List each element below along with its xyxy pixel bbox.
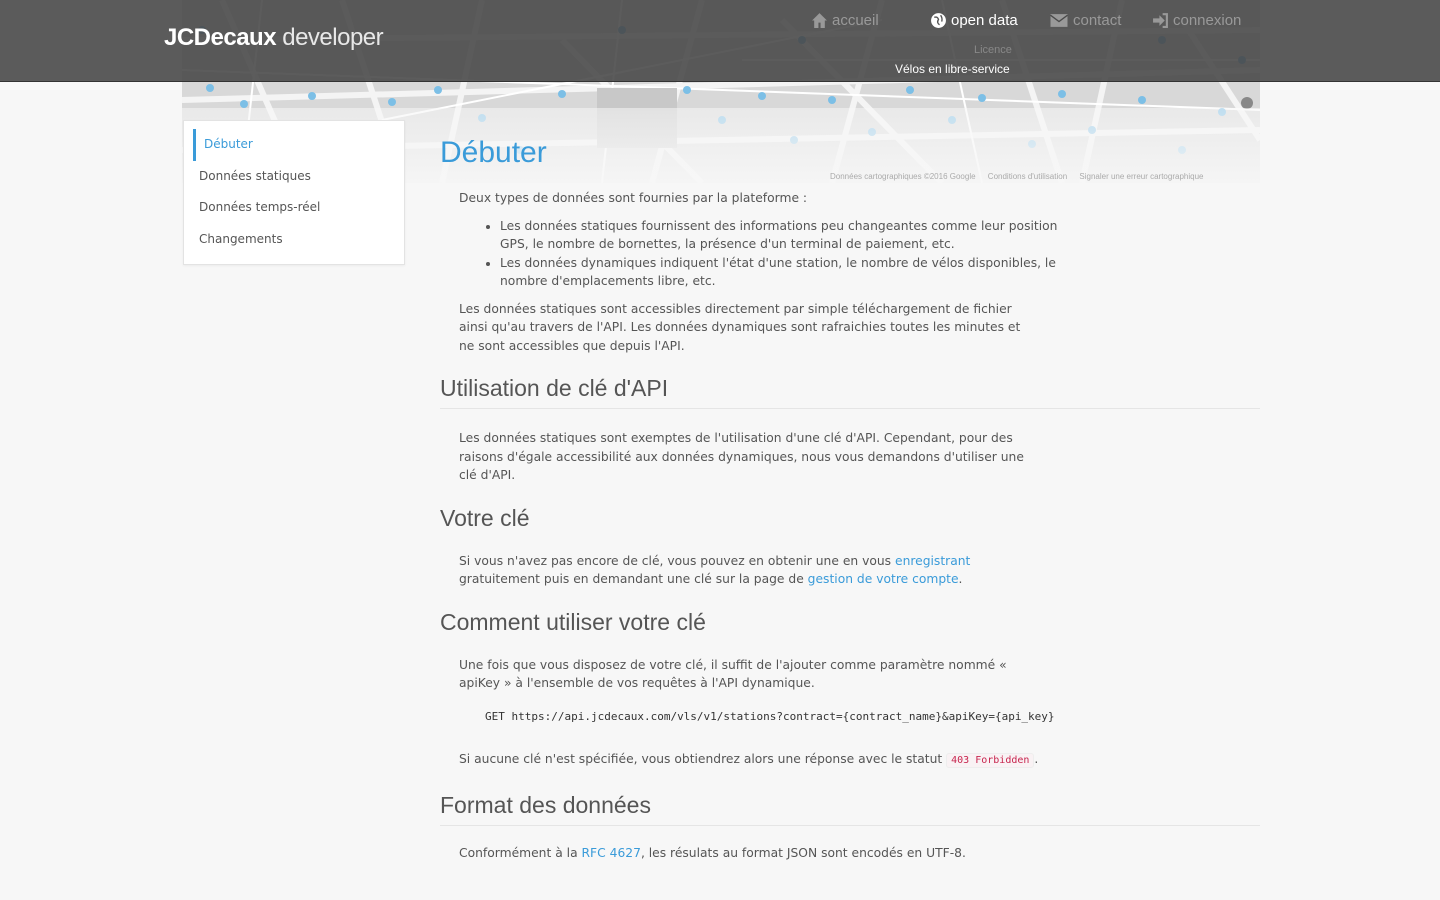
sidebar-item-changements[interactable]: Changements xyxy=(184,224,404,256)
sign-in-icon xyxy=(1153,13,1168,28)
nav-contact-label: contact xyxy=(1073,12,1122,29)
heading-comment-utiliser: Comment utiliser votre clé xyxy=(440,608,706,635)
register-link[interactable]: enregistrant xyxy=(895,554,970,568)
nav-sub-licence[interactable]: Licence xyxy=(974,44,1012,56)
intro-text: Deux types de données sont fournies par … xyxy=(459,191,808,205)
format-text: Conformément à la RFC 4627, les résulats… xyxy=(459,844,1079,863)
access-text: Les données statiques sont accessibles d… xyxy=(459,301,1021,353)
home-icon xyxy=(812,13,827,28)
forbidden-section: Si aucune clé n'est spécifiée, vous obti… xyxy=(459,750,1079,771)
sidebar-item-donnees-temps-reel[interactable]: Données temps-réel xyxy=(184,192,404,224)
brand-light: developer xyxy=(276,24,384,51)
heading-votre-cle: Votre clé xyxy=(440,504,530,531)
nav-accueil-label: accueil xyxy=(832,12,879,29)
nav-open-data-label: open data xyxy=(951,12,1018,29)
nav-connexion-label: connexion xyxy=(1173,12,1242,29)
votre-cle-text-b: gratuitement puis en demandant une clé s… xyxy=(459,572,808,586)
forbidden-text: Si aucune clé n'est spécifiée, vous obti… xyxy=(459,750,1079,771)
heading-api-key: Utilisation de clé d'API xyxy=(440,375,1260,409)
votre-cle-text-a: Si vous n'avez pas encore de clé, vous p… xyxy=(459,553,895,568)
sidebar-nav: Débuter Données statiques Données temps-… xyxy=(183,120,405,265)
forbidden-status-code: 403 Forbidden xyxy=(946,752,1035,768)
comment-utiliser-text: Une fois que vous disposez de votre clé,… xyxy=(459,657,1007,691)
format-section: Conformément à la RFC 4627, les résulats… xyxy=(459,844,1079,863)
nav-connexion[interactable]: connexion xyxy=(1152,12,1241,29)
sidebar-item-donnees-statiques[interactable]: Données statiques xyxy=(184,161,404,193)
api-request-example: GET https://api.jcdecaux.com/vls/v1/stat… xyxy=(485,710,1260,723)
list-item: Les données statiques fournissent des in… xyxy=(500,217,1059,254)
brand-bold: JCDecaux xyxy=(164,24,277,51)
nav-sub-velos[interactable]: Vélos en libre-service xyxy=(895,62,1010,76)
envelope-icon xyxy=(1050,14,1068,27)
api-request-url: https://api.jcdecaux.com/vls/v1/stations… xyxy=(511,709,1055,723)
page-title: Débuter xyxy=(440,136,547,169)
votre-cle-section: Si vous n'avez pas encore de clé, vous p… xyxy=(459,552,1034,589)
globe-icon xyxy=(931,13,946,28)
nav-accueil[interactable]: accueil xyxy=(811,12,879,29)
intro-section: Deux types de données sont fournies par … xyxy=(459,189,1059,355)
account-management-link[interactable]: gestion de votre compte xyxy=(808,572,959,586)
format-text-a: Conformément à la xyxy=(459,846,582,860)
nav-contact[interactable]: contact xyxy=(1049,12,1121,29)
comment-utiliser-section: Une fois que vous disposez de votre clé,… xyxy=(459,656,1034,693)
heading-format-donnees: Format des données xyxy=(440,792,1260,826)
forbidden-text-b: . xyxy=(1034,751,1039,766)
brand-logo[interactable]: JCDecaux developer xyxy=(164,24,384,52)
rfc-link[interactable]: RFC 4627 xyxy=(582,846,641,860)
data-types-list: Les données statiques fournissent des in… xyxy=(500,217,1059,291)
forbidden-text-a: Si aucune clé n'est spécifiée, vous obti… xyxy=(459,751,947,766)
api-key-text: Les données statiques sont exemptes de l… xyxy=(459,431,1024,482)
sidebar-item-debuter[interactable]: Débuter xyxy=(193,129,404,161)
http-method: GET xyxy=(485,709,505,723)
format-text-b: , les résulats au format JSON sont encod… xyxy=(640,846,966,860)
votre-cle-text: Si vous n'avez pas encore de clé, vous p… xyxy=(459,552,1034,589)
main-content: Débuter Deux types de données sont fourn… xyxy=(440,136,1260,863)
nav-open-data[interactable]: open data xyxy=(930,12,1018,29)
votre-cle-text-c: . xyxy=(958,572,963,586)
list-item: Les données dynamiques indiquent l'état … xyxy=(500,254,1059,291)
api-key-section: Les données statiques sont exemptes de l… xyxy=(459,429,1034,485)
top-navbar: JCDecaux developer accueil open data con… xyxy=(0,0,1440,82)
